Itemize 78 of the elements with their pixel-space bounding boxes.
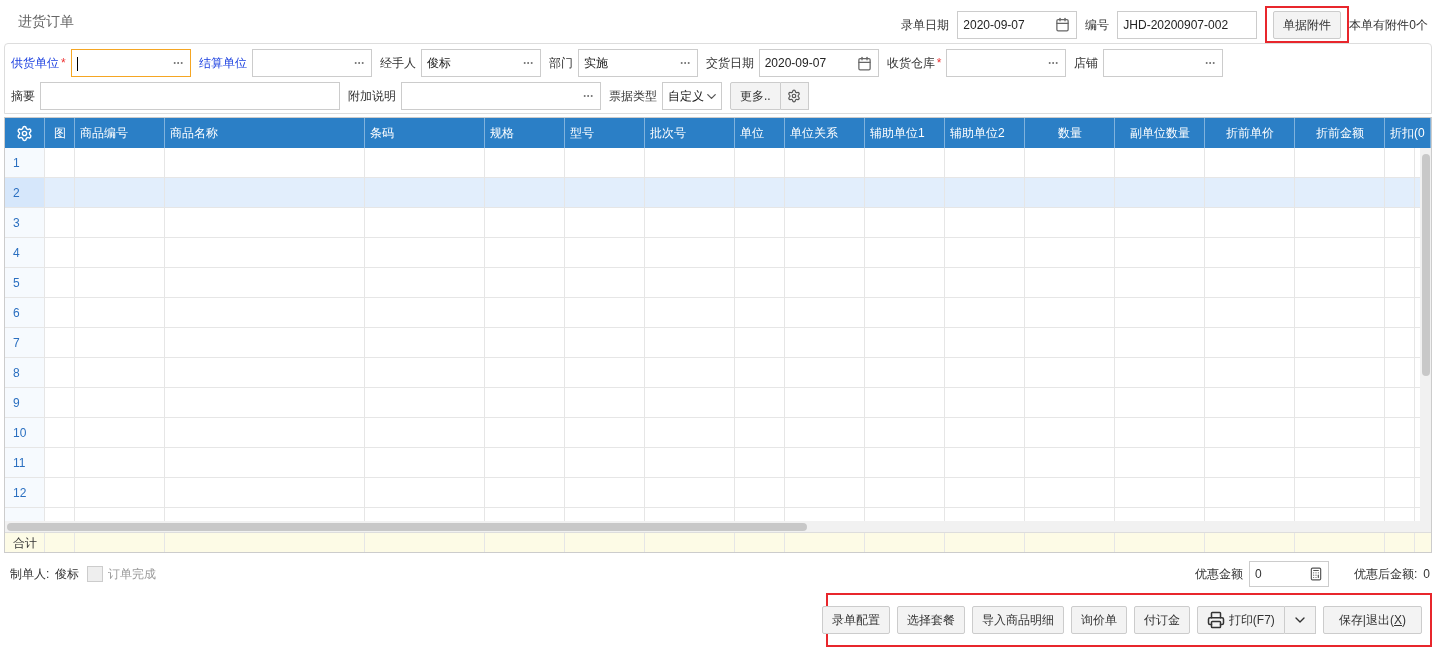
total-label: 合计: [5, 533, 45, 552]
row-number: 5: [5, 268, 45, 297]
input-field[interactable]: 实施: [577, 49, 698, 77]
table-row[interactable]: 12: [5, 478, 1420, 508]
creator-label: 制单人:: [10, 566, 50, 583]
action-button[interactable]: 付订金: [1133, 606, 1190, 634]
field-label: 附加说明: [348, 88, 396, 105]
dropdown-button[interactable]: [1284, 606, 1316, 634]
row-number: 11: [5, 448, 45, 477]
settings-icon[interactable]: [780, 82, 809, 110]
table-row[interactable]: 10: [5, 418, 1420, 448]
attachment-count: 本单有附件0个: [1349, 16, 1428, 34]
input-field[interactable]: 2020-09-07: [758, 49, 879, 77]
input-field[interactable]: 俊标: [420, 49, 541, 77]
input-field[interactable]: 自定义: [662, 82, 722, 110]
table-row[interactable]: 1: [5, 148, 1420, 178]
field-label: 录单日期: [901, 16, 950, 34]
table-row[interactable]: 2: [5, 178, 1420, 208]
print-button[interactable]: 打印(F7): [1196, 606, 1285, 634]
field-label[interactable]: 供货单位 *: [11, 54, 66, 72]
field-label: 经手人: [379, 55, 416, 72]
table-row[interactable]: 11: [5, 448, 1420, 478]
action-button[interactable]: 询价单: [1070, 606, 1127, 634]
calendar-icon[interactable]: [1055, 17, 1071, 32]
input-field[interactable]: [1103, 49, 1224, 77]
row-number: 7: [5, 328, 45, 357]
page-title: 进货订单: [18, 12, 74, 31]
field-label: 编号: [1085, 16, 1110, 34]
field-label: 部门: [548, 55, 573, 72]
creator-name: 俊标: [55, 566, 80, 583]
field-label: 优惠金额: [1194, 566, 1243, 583]
row-number: 8: [5, 358, 45, 387]
save-exit-button[interactable]: 保存|退出(X): [1322, 606, 1422, 634]
scrollbar-thumb[interactable]: [7, 522, 807, 531]
field-label: 交货日期: [705, 55, 754, 72]
vertical-scrollbar[interactable]: [1420, 148, 1431, 532]
input-field[interactable]: [40, 82, 340, 110]
field-label[interactable]: 结算单位: [198, 54, 247, 72]
field-label: 优惠后金额:: [1353, 566, 1418, 583]
table-row[interactable]: 6: [5, 298, 1420, 328]
table-row[interactable]: 4: [5, 238, 1420, 268]
checkbox-label: 订单完成: [108, 566, 157, 583]
printer-icon: [1206, 611, 1225, 629]
table-row[interactable]: 7: [5, 328, 1420, 358]
row-number: 6: [5, 298, 45, 327]
field-label: 收货仓库 *: [886, 55, 942, 72]
amount-value: 0: [1423, 566, 1430, 583]
calendar-icon[interactable]: [856, 55, 872, 71]
row-number: 9: [5, 388, 45, 417]
horizontal-scrollbar[interactable]: [5, 521, 1420, 532]
field-label: 摘要: [11, 88, 35, 105]
input-field[interactable]: [946, 49, 1067, 77]
table-row[interactable]: 3: [5, 208, 1420, 238]
field-label: 票据类型: [609, 88, 657, 105]
table-row[interactable]: 9: [5, 388, 1420, 418]
attachment-button[interactable]: 单据附件: [1273, 10, 1342, 39]
more-button[interactable]: 更多..: [730, 82, 781, 110]
table-row[interactable]: 8: [5, 358, 1420, 388]
row-number: 10: [5, 418, 45, 447]
field-label: 店铺: [1074, 55, 1099, 72]
row-number: 2: [5, 178, 45, 207]
input-field[interactable]: [251, 49, 372, 77]
action-button[interactable]: 录单配置: [821, 606, 890, 634]
input-field[interactable]: JHD-20200907-002: [1117, 10, 1258, 39]
calculator-icon[interactable]: [1308, 567, 1323, 581]
row-number: 1: [5, 148, 45, 177]
action-button[interactable]: 导入商品明细: [971, 606, 1064, 634]
table-cell: [5, 508, 45, 521]
input-field[interactable]: [70, 49, 191, 77]
input-field[interactable]: 0: [1248, 561, 1329, 587]
input-field[interactable]: [401, 82, 601, 110]
row-number: 12: [5, 478, 45, 507]
row-number: 4: [5, 238, 45, 267]
action-button[interactable]: 选择套餐: [896, 606, 965, 634]
row-number: 3: [5, 208, 45, 237]
scrollbar-thumb[interactable]: [1421, 154, 1430, 376]
table-row[interactable]: 5: [5, 268, 1420, 298]
input-field[interactable]: 2020-09-07: [957, 10, 1078, 39]
